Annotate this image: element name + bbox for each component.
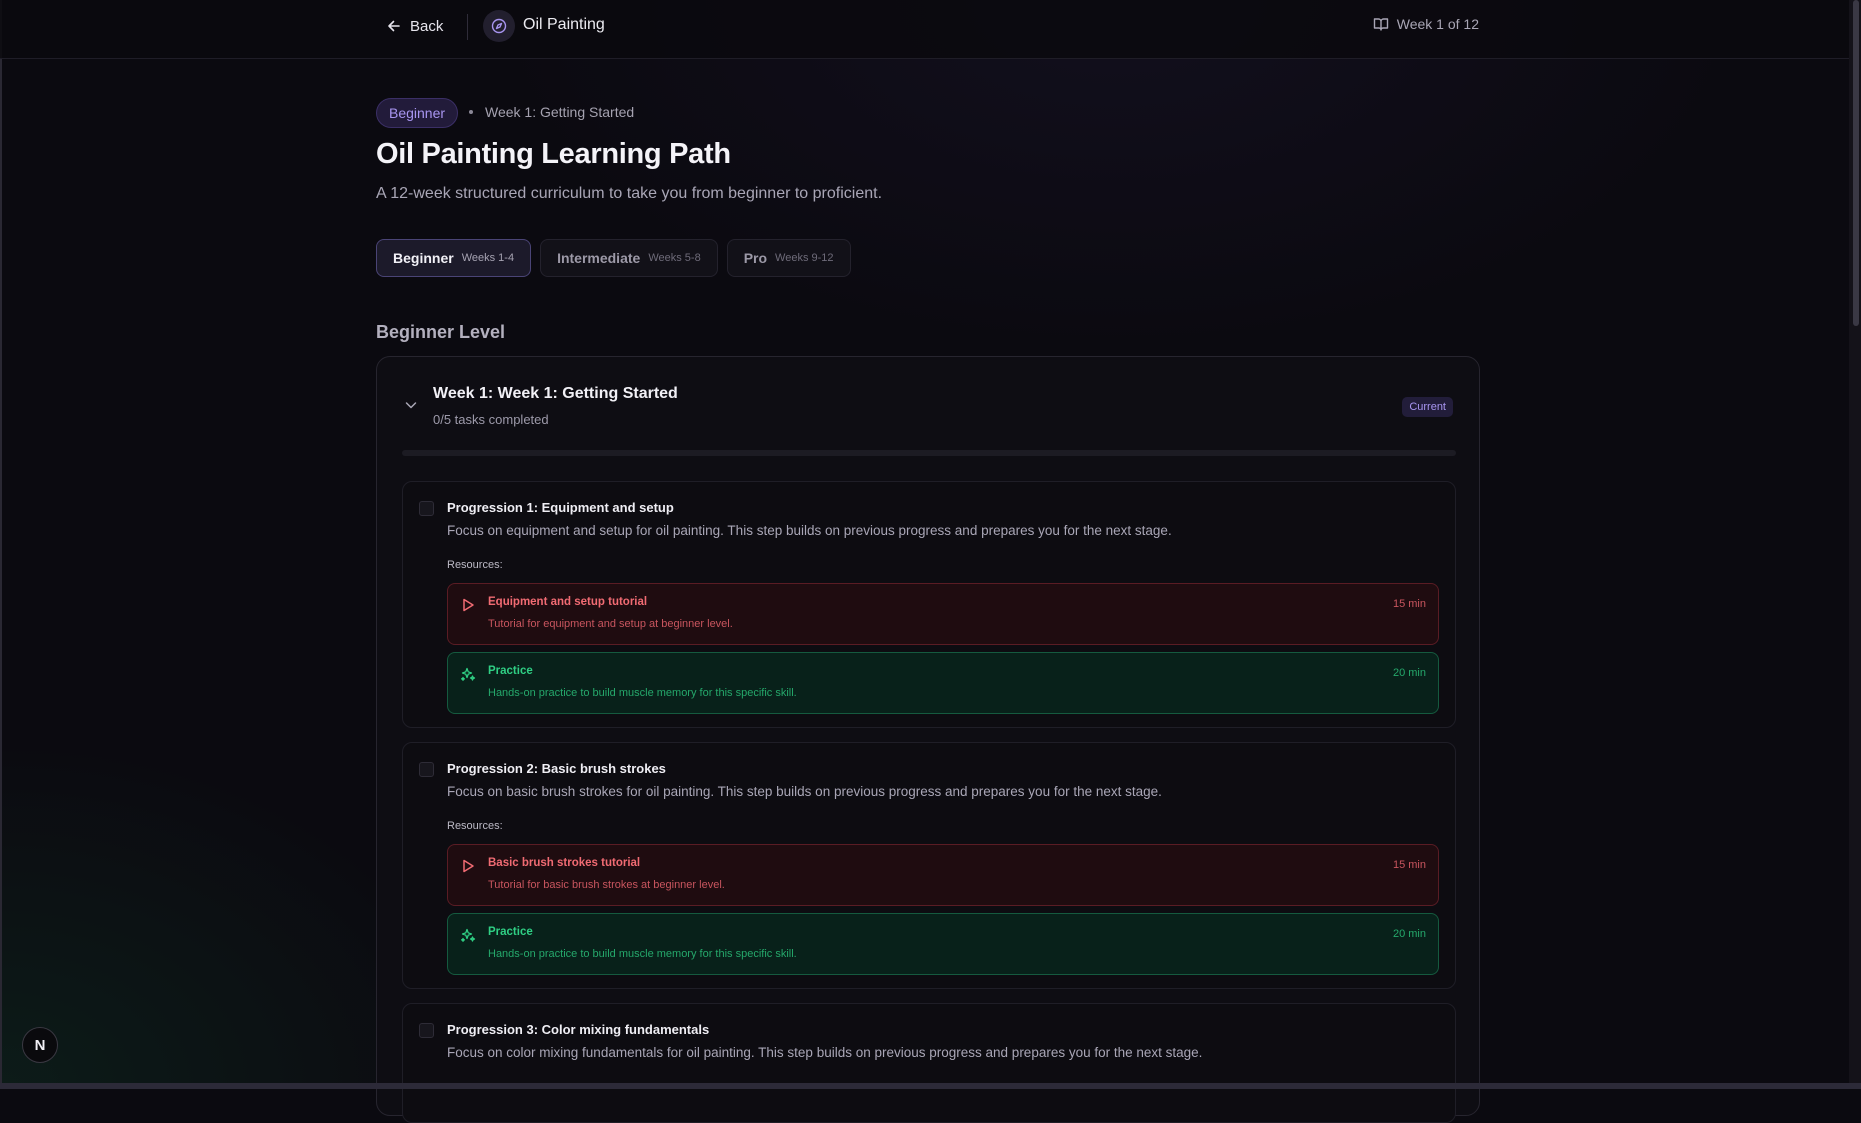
- task-description: Focus on equipment and setup for oil pai…: [447, 523, 1172, 538]
- book-open-icon: [1373, 18, 1388, 31]
- tab-range: Weeks 5-8: [648, 252, 701, 264]
- course-name: Oil Painting: [523, 16, 605, 33]
- resource-title: Practice: [488, 926, 533, 938]
- task-description: Focus on color mixing fundamentals for o…: [447, 1045, 1203, 1060]
- task-card: Progression 1: Equipment and setup Focus…: [402, 481, 1456, 728]
- breadcrumb-separator: [469, 110, 473, 114]
- topbar-divider: [467, 14, 468, 40]
- level-badge: Beginner: [376, 98, 459, 128]
- play-icon: [463, 598, 474, 612]
- task-title: Progression 1: Equipment and setup: [447, 500, 674, 515]
- section-title: Beginner Level: [376, 322, 506, 342]
- tab-intermediate[interactable]: Intermediate Weeks 5-8: [540, 239, 718, 277]
- task-title: Progression 2: Basic brush strokes: [447, 761, 666, 776]
- resource-practice[interactable]: Practice Hands-on practice to build musc…: [447, 652, 1439, 714]
- tab-name: Intermediate: [557, 250, 641, 266]
- window-bottom-border: [0, 1083, 1861, 1089]
- week-indicator: Week 1 of 12: [1373, 16, 1479, 32]
- task-checkbox[interactable]: [419, 1023, 434, 1038]
- resource-video[interactable]: Equipment and setup tutorial Tutorial fo…: [447, 583, 1439, 645]
- status-badge: Current: [1402, 397, 1453, 417]
- resource-title: Equipment and setup tutorial: [488, 596, 648, 608]
- week-title[interactable]: Week 1: Week 1: Getting Started: [433, 385, 678, 403]
- play-icon: [463, 859, 474, 873]
- resource-video[interactable]: Basic brush strokes tutorial Tutorial fo…: [447, 844, 1439, 906]
- page-title: Oil Painting Learning Path: [376, 138, 731, 170]
- window-left-border: [0, 0, 2, 1089]
- task-card: Progression 2: Basic brush strokes Focus…: [402, 742, 1456, 989]
- resource-description: Hands-on practice to build muscle memory…: [488, 687, 797, 699]
- resources-label: Resources:: [447, 559, 503, 571]
- chevron-down-icon[interactable]: [403, 397, 419, 413]
- resource-title: Basic brush strokes tutorial: [488, 857, 641, 869]
- week-card: Week 1: Week 1: Getting Started 0/5 task…: [376, 356, 1480, 1123]
- tab-name: Pro: [743, 250, 768, 266]
- resource-duration: 20 min: [1392, 928, 1426, 940]
- resource-duration: 20 min: [1392, 667, 1426, 679]
- compass-icon: [491, 18, 507, 34]
- tab-beginner[interactable]: Beginner Weeks 1-4: [376, 239, 532, 277]
- resource-duration: 15 min: [1392, 859, 1426, 871]
- page-subtitle: A 12-week structured curriculum to take …: [376, 185, 883, 202]
- dev-tools-badge[interactable]: N: [22, 1027, 58, 1063]
- scrollbar[interactable]: [1849, 0, 1861, 1083]
- breadcrumb: Week 1: Getting Started: [485, 104, 635, 120]
- scrollbar-thumb[interactable]: [1853, 0, 1859, 326]
- tasks-completed: 0/5 tasks completed: [433, 412, 549, 427]
- task-card: Progression 3: Color mixing fundamentals…: [402, 1003, 1456, 1123]
- resource-practice[interactable]: Practice Hands-on practice to build musc…: [447, 913, 1439, 975]
- tab-pro[interactable]: Pro Weeks 9-12: [726, 239, 851, 277]
- week-progress-bar: [402, 450, 1456, 456]
- tab-range: Weeks 1-4: [461, 252, 515, 264]
- resource-description: Hands-on practice to build muscle memory…: [488, 948, 797, 960]
- task-checkbox[interactable]: [419, 762, 434, 777]
- back-label: Back: [410, 17, 444, 35]
- top-bar: Back Oil Painting Week 1 of 12: [0, 0, 1849, 59]
- tab-range: Weeks 9-12: [775, 252, 834, 264]
- level-tabs: Beginner Weeks 1-4 Intermediate Weeks 5-…: [376, 239, 851, 277]
- resource-description: Tutorial for basic brush strokes at begi…: [488, 879, 725, 891]
- arrow-left-icon: [388, 20, 400, 32]
- tab-name: Beginner: [393, 250, 454, 266]
- resource-duration: 15 min: [1392, 598, 1426, 610]
- back-button[interactable]: Back: [386, 14, 443, 38]
- resource-title: Practice: [488, 665, 533, 677]
- sparkles-icon: [460, 928, 476, 942]
- sparkles-icon: [460, 667, 476, 681]
- task-checkbox[interactable]: [419, 501, 434, 516]
- task-title: Progression 3: Color mixing fundamentals: [447, 1022, 710, 1037]
- task-description: Focus on basic brush strokes for oil pai…: [447, 784, 1162, 799]
- resources-label: Resources:: [447, 820, 503, 832]
- course-icon: [483, 10, 515, 42]
- week-indicator-label: Week 1 of 12: [1396, 16, 1479, 32]
- resource-description: Tutorial for equipment and setup at begi…: [488, 618, 733, 630]
